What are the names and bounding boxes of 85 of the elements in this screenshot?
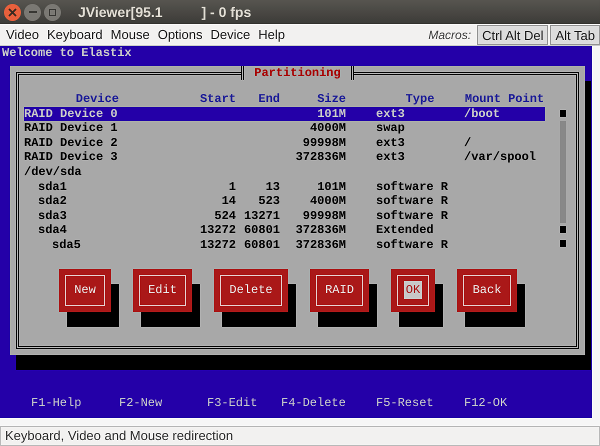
table-row[interactable]: sda3 524 13271 99998M software R [24, 208, 545, 224]
banner-text: Welcome to Elastix [1, 46, 133, 60]
table-cell: software R [376, 194, 448, 208]
table-cell-text: sda5 [51, 238, 81, 252]
table-cell-text: sda3 [37, 208, 67, 223]
table-cell: 13272 [200, 223, 236, 238]
table-cell: 524 [214, 208, 236, 223]
table-row[interactable]: sda5 13272 60801 372836M software R [24, 238, 545, 253]
table-cell-text: sda1 [37, 180, 67, 194]
hotkey-hint: F2-New [119, 395, 164, 412]
table-cell-text: sda2 [37, 194, 67, 208]
table-row[interactable]: RAID Device 2 99998M ext3 / [24, 136, 545, 150]
macro-button[interactable]: Alt Tab [550, 24, 600, 44]
hotkey-hint: F12-OK [464, 395, 508, 412]
table-cell: software R [376, 238, 448, 252]
menu-item[interactable]: Keyboard [43, 24, 107, 44]
table-cell: 523 [258, 194, 280, 208]
table-row[interactable]: RAID Device 1 4000M swap [24, 121, 545, 136]
table-cell: RAID Device 1 [24, 121, 118, 136]
dialog-button[interactable]: Back [457, 268, 517, 312]
table-row[interactable]: RAID Device 0 101M ext3 /boot [24, 106, 545, 122]
table-cell: 101M [317, 106, 346, 121]
table-cell: /boot [464, 106, 500, 121]
table-cell: /dev/sda [24, 164, 82, 179]
column-header: Start [198, 92, 236, 107]
table-cell: ext3 [376, 136, 405, 150]
column-header: Device [74, 92, 120, 107]
table-cell: 372836M [296, 238, 346, 252]
table-cell: ext3 [376, 150, 405, 164]
menu-item[interactable]: Video [2, 24, 44, 44]
minimize-icon[interactable] [24, 4, 41, 20]
maximize-icon[interactable] [44, 4, 61, 20]
column-header: Type [404, 92, 436, 107]
table-cell: 14 [222, 194, 236, 208]
close-icon[interactable] [4, 4, 21, 20]
table-cell: 101M [317, 180, 346, 194]
table-cell-text: sda4 [37, 223, 67, 238]
table-cell: 99998M [302, 208, 346, 223]
table-cell: 4000M [310, 194, 346, 208]
table-cell: 60801 [244, 238, 280, 252]
window-title: JViewer[95.1 ] - 0 fps [78, 2, 252, 22]
table-cell: 13271 [244, 208, 280, 223]
dialog-button[interactable]: Delete [214, 268, 288, 312]
table-row[interactable]: RAID Device 3 372836M ext3 /var/spool [24, 150, 545, 165]
table-cell: / [464, 136, 472, 150]
hotkey-hint: F1-Help [31, 395, 82, 412]
table-cell: RAID Device 0 [24, 106, 118, 121]
dialog-button[interactable]: Edit [133, 268, 192, 312]
table-cell: /var/spool [464, 150, 536, 164]
menu-item[interactable]: Help [254, 24, 290, 44]
table-cell: ext3 [376, 106, 405, 121]
table-cell: software R [376, 208, 448, 223]
hotkey-hint: F5-Reset [376, 395, 435, 412]
table-cell: 99998M [302, 136, 346, 150]
dialog-button[interactable]: New [59, 268, 111, 312]
table-cell: 60801 [244, 223, 280, 238]
table-row[interactable]: sda1 1 13 101M software R [24, 180, 545, 194]
column-header: End [257, 92, 280, 107]
table-row[interactable]: sda2 14 523 4000M software R [24, 194, 545, 209]
hotkey-hint: F3-Edit [207, 395, 258, 412]
table-cell: Extended [376, 223, 434, 238]
menu-item[interactable]: Options [154, 24, 207, 44]
hotkey-hint: F4-Delete [281, 395, 347, 412]
table-row[interactable]: /dev/sda [24, 164, 545, 180]
macros-label: Macros: [428, 26, 472, 44]
table-cell: software R [376, 180, 448, 194]
dialog-button[interactable]: RAID [310, 268, 369, 312]
column-header: Mount Point [464, 92, 545, 107]
table-cell: 4000M [310, 121, 346, 136]
status-bar: Keyboard, Video and Mouse redirection [0, 426, 600, 446]
table-cell: 372836M [296, 150, 346, 164]
dialog-title: Partitioning [241, 66, 354, 80]
table-cell: 13272 [200, 238, 236, 252]
menu-item[interactable]: Mouse [106, 24, 154, 44]
table-cell: 372836M [296, 223, 346, 238]
table-cell: swap [376, 121, 405, 136]
table-row[interactable]: sda4 13272 60801 372836M Extended [24, 223, 545, 238]
dialog-button[interactable]: OK [391, 268, 435, 312]
table-cell: RAID Device 3 [24, 150, 118, 164]
table-cell: 1 [228, 180, 236, 194]
table-cell: RAID Device 2 [24, 136, 118, 150]
menu-item[interactable]: Device [206, 24, 254, 44]
macro-button[interactable]: Ctrl Alt Del [477, 24, 548, 44]
column-header: Size [316, 92, 346, 107]
table-cell: 13 [266, 180, 280, 194]
